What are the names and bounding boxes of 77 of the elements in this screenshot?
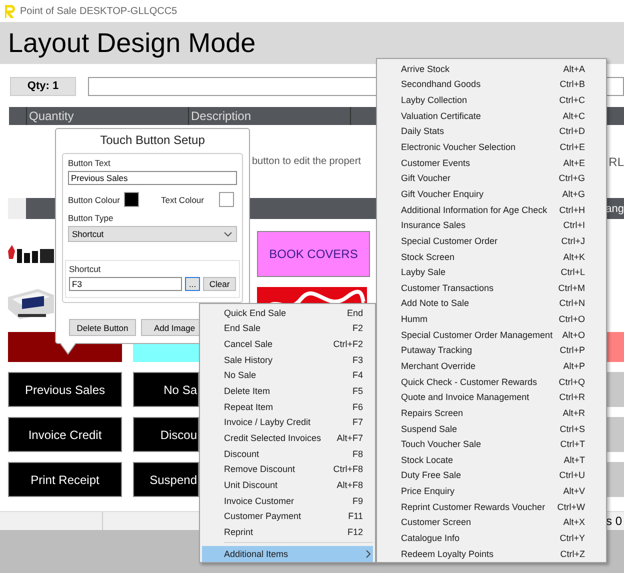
clear-button[interactable]: Clear — [203, 277, 236, 291]
menu-item[interactable]: Credit Selected Invoices Alt+F7 — [202, 430, 373, 446]
menu-item[interactable]: Gift Voucher Enquiry Alt+G — [379, 186, 604, 202]
menu-item[interactable]: Gift Voucher Ctrl+G — [379, 170, 604, 186]
browse-button[interactable]: ... — [185, 277, 200, 291]
colour-swatch[interactable] — [124, 192, 139, 207]
menu-item[interactable]: Customer Transactions Ctrl+M — [379, 280, 604, 296]
menu-item[interactable]: Redeem Loyalty Points Ctrl+Z — [379, 546, 604, 562]
menu-item[interactable]: Humm Ctrl+O — [379, 311, 604, 327]
menu-item[interactable]: Touch Voucher Sale Ctrl+T — [379, 436, 604, 452]
menu-item[interactable]: Reprint Customer Rewards Voucher Ctrl+W — [379, 498, 604, 515]
hint-text: button to edit the propert — [252, 156, 361, 167]
menu-item[interactable]: Suspend Sale Ctrl+S — [379, 420, 604, 436]
menu-item[interactable]: Invoice / Layby Credit F7 — [202, 414, 373, 430]
field-label: Button Type — [68, 213, 114, 223]
hint-text: RL — [608, 154, 624, 168]
menu-item[interactable]: Duty Free Sale Ctrl+U — [379, 468, 604, 484]
menu-item[interactable]: Customer Payment F11 — [202, 508, 373, 524]
menu-item[interactable]: Customer Events Alt+E — [379, 154, 604, 170]
menu-item[interactable]: Additional Information for Age Check Ctrl+H — [379, 202, 604, 218]
field-label: Button Text — [68, 158, 112, 168]
colour-swatch[interactable] — [219, 192, 234, 207]
menu-item[interactable]: Layby Collection Ctrl+C — [379, 92, 604, 108]
menu-item[interactable]: Insurance Sales Ctrl+I — [379, 217, 604, 234]
touch-button[interactable]: Print Receipt — [8, 462, 122, 497]
touch-button[interactable]: No Sa — [133, 372, 199, 407]
field-label: Shortcut — [69, 264, 102, 274]
menu-item[interactable]: Quote and Invoice Management Ctrl+R — [379, 389, 604, 406]
dialog-button[interactable]: Delete Button — [69, 319, 136, 336]
menu-item[interactable]: Additional Items — [202, 546, 373, 562]
menu-item[interactable]: Discount F8 — [202, 446, 373, 462]
menu-item[interactable]: Remove Discount Ctrl+F8 — [202, 461, 373, 478]
menu-item[interactable]: Daily Stats Ctrl+D — [379, 124, 604, 140]
menu-item[interactable]: Sale History F3 — [202, 352, 373, 368]
field-label: Text Colour — [160, 194, 204, 204]
quantity-button[interactable]: Qty: 1 — [10, 76, 76, 96]
column-header: Description — [189, 107, 351, 125]
shortcut-field[interactable]: F3 — [69, 277, 182, 291]
dialog-title: Touch Button Setup — [99, 133, 206, 147]
menu-item[interactable]: Stock Locate Alt+T — [379, 452, 604, 468]
menu-item[interactable]: Reprint F12 — [202, 524, 373, 540]
window-title: Point of Sale DESKTOP-GLLQCC5 — [20, 6, 178, 16]
menu-item[interactable]: Repairs Screen Alt+R — [379, 405, 604, 421]
field-label: Button Colour — [68, 194, 120, 204]
menu-item[interactable]: Customer Screen Alt+X — [379, 514, 604, 530]
menu-item[interactable]: Quick Check - Customer Rewards Ctrl+Q — [379, 374, 604, 390]
menu-item[interactable]: Repeat Item F6 — [202, 398, 373, 414]
menu-item[interactable]: Invoice Customer F9 — [202, 492, 373, 508]
menu-item[interactable]: Arrive Stock Alt+A — [379, 61, 604, 77]
touch-button[interactable]: Previous Sales — [8, 372, 122, 407]
touch-button[interactable]: Discou — [133, 417, 199, 452]
menu-item[interactable]: Stock Screen Alt+K — [379, 248, 604, 264]
menu-item[interactable]: Unit Discount Alt+F8 — [202, 477, 373, 493]
menu-item[interactable]: Catalogue Info Ctrl+Y — [379, 530, 604, 546]
page-title: Layout Design Mode — [8, 28, 256, 58]
menu-item[interactable]: Valuation Certificate Alt+C — [379, 108, 604, 124]
menu-item[interactable]: Secondhand Goods Ctrl+B — [379, 76, 604, 92]
menu-item[interactable]: Putaway Tracking Ctrl+P — [379, 342, 604, 358]
text-field[interactable]: Previous Sales — [68, 171, 237, 185]
chevron-down-icon — [224, 232, 232, 236]
menu-item[interactable]: Special Customer Order Ctrl+J — [379, 233, 604, 249]
app-logo-icon — [5, 4, 15, 18]
menu-item[interactable]: Price Enquiry Alt+V — [379, 483, 604, 499]
menu-item[interactable]: Delete Item F5 — [202, 383, 373, 399]
touch-button[interactable]: Suspend — [133, 462, 199, 497]
menu-item[interactable]: Cancel Sale Ctrl+F2 — [202, 336, 373, 352]
menu-item[interactable]: No Sale F4 — [202, 368, 373, 384]
touch-button[interactable]: Invoice Credit — [8, 417, 122, 452]
menu-item[interactable]: Layby Sale Ctrl+L — [379, 264, 604, 280]
touch-button[interactable]: BOOK COVERS — [257, 231, 370, 277]
menu-item[interactable]: Merchant Override Alt+P — [379, 358, 604, 374]
menu-item[interactable]: Quick End Sale End — [202, 305, 373, 321]
menu-item[interactable]: Add Note to Sale Ctrl+N — [379, 296, 604, 312]
menu-item[interactable]: Special Customer Order Management Alt+O — [379, 326, 604, 343]
dropdown[interactable]: Shortcut — [68, 226, 237, 242]
column-header: Quantity — [27, 107, 189, 125]
menu-item[interactable]: Electronic Voucher Selection Ctrl+E — [379, 139, 604, 155]
